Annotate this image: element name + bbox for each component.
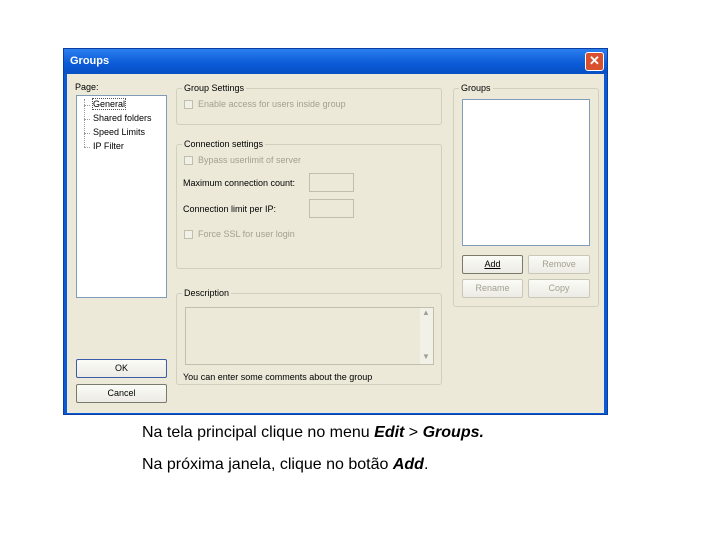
- add-button[interactable]: Add: [462, 255, 523, 274]
- description-box: Description ▲ ▼ You can enter some comme…: [176, 288, 442, 385]
- rename-button[interactable]: Rename: [462, 279, 523, 298]
- caption-line-2: Na próxima janela, clique no botão Add.: [142, 456, 428, 474]
- close-icon[interactable]: ✕: [585, 52, 604, 71]
- window-title: Groups: [70, 55, 110, 67]
- ok-button[interactable]: OK: [76, 359, 167, 378]
- page-tree[interactable]: General Shared folders Speed Limits IP F…: [76, 95, 167, 298]
- force-ssl-label: Force SSL for user login: [198, 229, 295, 239]
- per-ip-limit-label: Connection limit per IP:: [183, 204, 277, 214]
- tree-item-general[interactable]: General: [91, 98, 127, 110]
- page-label: Page:: [75, 82, 99, 92]
- connection-settings-box: Connection settings Bypass userlimit of …: [176, 139, 442, 269]
- groups-list[interactable]: [462, 99, 590, 246]
- scroll-up-icon[interactable]: ▲: [422, 308, 430, 317]
- tree-item-shared-folders[interactable]: Shared folders: [93, 113, 152, 123]
- description-scrollbar[interactable]: ▲ ▼: [420, 308, 433, 364]
- group-settings-box: Group Settings Enable access for users i…: [176, 83, 442, 125]
- add-button-label: Add: [484, 259, 501, 269]
- force-ssl-checkbox[interactable]: [184, 230, 193, 239]
- caption-groups: Groups.: [422, 424, 484, 441]
- connection-settings-title: Connection settings: [182, 139, 266, 149]
- max-connection-field[interactable]: [309, 173, 354, 192]
- bypass-userlimit-label: Bypass userlimit of server: [198, 155, 302, 165]
- caption-add: Add: [392, 456, 424, 473]
- per-ip-limit-field[interactable]: [309, 199, 354, 218]
- title-bar[interactable]: Groups ✕: [64, 49, 607, 74]
- scroll-down-icon[interactable]: ▼: [422, 352, 430, 361]
- group-settings-title: Group Settings: [182, 83, 247, 93]
- caption-period: .: [423, 456, 429, 473]
- max-connection-label: Maximum connection count:: [183, 178, 296, 188]
- groups-dialog: Groups ✕ Page: General Shared folders Sp…: [63, 48, 608, 415]
- caption-line-1-text: Na tela principal clique no menu: [142, 424, 375, 441]
- cancel-button[interactable]: Cancel: [76, 384, 167, 403]
- description-hint: You can enter some comments about the gr…: [183, 372, 373, 382]
- tree-item-ip-filter[interactable]: IP Filter: [93, 141, 124, 151]
- caption-line-1: Na tela principal clique no menu Edit > …: [142, 424, 484, 442]
- caption-line-2-text: Na próxima janela, clique no botão: [142, 456, 393, 473]
- description-textarea[interactable]: [185, 307, 434, 365]
- description-title: Description: [182, 288, 232, 298]
- bypass-userlimit-checkbox[interactable]: [184, 156, 193, 165]
- caption-edit: Edit: [374, 424, 405, 441]
- groups-title: Groups: [459, 83, 493, 93]
- remove-button[interactable]: Remove: [528, 255, 590, 274]
- caption-separator: >: [404, 424, 423, 441]
- copy-button[interactable]: Copy: [528, 279, 590, 298]
- enable-access-label: Enable access for users inside group: [198, 99, 346, 109]
- tree-item-speed-limits[interactable]: Speed Limits: [93, 127, 145, 137]
- enable-access-checkbox[interactable]: [184, 100, 193, 109]
- dialog-client-area: Page: General Shared folders Speed Limit…: [67, 74, 604, 413]
- groups-box: Groups Add Remove Rename Copy: [453, 83, 599, 307]
